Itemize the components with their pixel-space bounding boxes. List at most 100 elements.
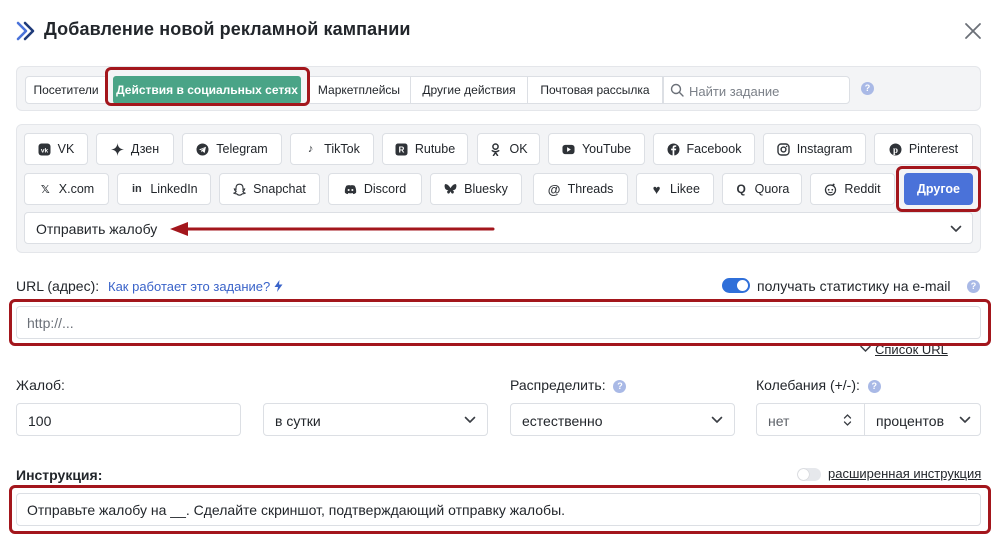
modal-header: Добавление новой рекламной кампании bbox=[0, 0, 1000, 62]
x-icon: 𝕏 bbox=[40, 183, 50, 196]
action-select[interactable]: Отправить жалобу bbox=[24, 212, 973, 244]
search-help-icon[interactable]: ? bbox=[861, 82, 874, 95]
network-discord[interactable]: Discord bbox=[328, 173, 422, 205]
url-label: URL (адрес): bbox=[16, 278, 100, 294]
category-tabs-panel: Посетители Действия в социальных сетях М… bbox=[16, 66, 981, 111]
annotation-arrow bbox=[170, 222, 495, 236]
search-icon bbox=[670, 83, 684, 97]
ok-icon bbox=[489, 142, 502, 156]
tab-social-actions[interactable]: Действия в социальных сетях bbox=[113, 76, 301, 104]
task-search bbox=[663, 76, 850, 104]
network-bluesky[interactable]: Bluesky bbox=[430, 173, 522, 205]
fluctuation-label-text: Колебания (+/-): bbox=[756, 377, 860, 393]
chevron-down-icon bbox=[860, 345, 871, 353]
double-chevron-right-icon bbox=[16, 21, 35, 41]
distribute-label: Распределить: ? bbox=[510, 377, 627, 393]
bluesky-icon bbox=[444, 183, 457, 196]
distribute-value: естественно bbox=[522, 413, 603, 429]
network-label: Другое bbox=[917, 182, 960, 196]
period-value: в сутки bbox=[275, 413, 321, 429]
tab-mailing[interactable]: Почтовая рассылка bbox=[527, 76, 663, 104]
search-input[interactable] bbox=[689, 81, 847, 101]
period-select[interactable]: в сутки bbox=[263, 403, 488, 436]
network-label: Instagram bbox=[796, 142, 853, 156]
chevron-down-icon bbox=[711, 416, 723, 423]
network-other-button[interactable]: Другое bbox=[904, 173, 973, 205]
network-label: Snapchat bbox=[253, 182, 306, 196]
svg-text:p: p bbox=[893, 144, 898, 154]
instruction-textarea[interactable]: Отправьте жалобу на __. Сделайте скриншо… bbox=[16, 493, 981, 526]
network-x[interactable]: 𝕏 X.com bbox=[24, 173, 109, 205]
network-dzen[interactable]: Дзен bbox=[96, 133, 174, 165]
chevron-down-icon bbox=[464, 416, 476, 423]
extended-instruction-link[interactable]: расширенная инструкция bbox=[828, 466, 981, 481]
tiktok-icon: ♪ bbox=[307, 143, 314, 155]
fluctuation-value: нет bbox=[768, 413, 790, 429]
stepper-icon[interactable] bbox=[843, 413, 852, 427]
fluctuation-label: Колебания (+/-): ? bbox=[756, 377, 881, 393]
tab-other-actions[interactable]: Другие действия bbox=[410, 76, 528, 104]
network-instagram[interactable]: Instagram bbox=[763, 133, 866, 165]
network-label: Threads bbox=[567, 182, 614, 196]
network-snapchat[interactable]: Snapchat bbox=[219, 173, 320, 205]
network-tiktok[interactable]: ♪ TikTok bbox=[290, 133, 374, 165]
network-threads[interactable]: @ Threads bbox=[533, 173, 628, 205]
svg-text:vk: vk bbox=[41, 147, 49, 154]
network-label: Reddit bbox=[844, 182, 881, 196]
network-label: Quora bbox=[754, 182, 790, 196]
network-quora[interactable]: Q Quora bbox=[722, 173, 802, 205]
instagram-icon bbox=[777, 142, 790, 156]
network-label: Дзен bbox=[130, 142, 160, 156]
fluctuation-input[interactable]: нет bbox=[756, 403, 865, 436]
dzen-icon bbox=[110, 142, 124, 156]
reddit-icon bbox=[824, 183, 837, 196]
chevron-down-icon bbox=[959, 416, 971, 423]
how-it-works-label: Как работает это задание? bbox=[108, 279, 271, 294]
complaints-input[interactable]: 100 bbox=[16, 403, 241, 436]
network-rutube[interactable]: R Rutube bbox=[382, 133, 468, 165]
network-facebook[interactable]: Facebook bbox=[653, 133, 755, 165]
url-input[interactable] bbox=[16, 306, 981, 339]
email-stats-help-icon[interactable]: ? bbox=[967, 280, 980, 293]
svg-text:R: R bbox=[398, 145, 404, 154]
network-telegram[interactable]: Telegram bbox=[182, 133, 282, 165]
action-select-value: Отправить жалобу bbox=[36, 221, 158, 237]
network-label: Bluesky bbox=[464, 182, 508, 196]
lightning-icon bbox=[274, 280, 283, 292]
fluctuation-unit-select[interactable]: процентов bbox=[864, 403, 981, 436]
distribute-help-icon[interactable]: ? bbox=[613, 380, 627, 393]
network-label: Facebook bbox=[686, 142, 742, 156]
network-label: YouTube bbox=[581, 142, 632, 156]
fluctuation-unit: процентов bbox=[876, 413, 945, 429]
network-youtube[interactable]: YouTube bbox=[548, 133, 645, 165]
how-it-works-link[interactable]: Как работает это задание? bbox=[108, 279, 283, 294]
chevron-down-icon bbox=[950, 225, 962, 232]
network-label: LinkedIn bbox=[150, 182, 198, 196]
tab-marketplaces[interactable]: Маркетплейсы bbox=[307, 76, 411, 104]
quora-icon: Q bbox=[736, 182, 746, 196]
network-likee[interactable]: ♥ Likee bbox=[636, 173, 714, 205]
complaints-value: 100 bbox=[28, 413, 52, 429]
network-pinterest[interactable]: p Pinterest bbox=[874, 133, 973, 165]
network-reddit[interactable]: Reddit bbox=[810, 173, 895, 205]
extended-instruction-toggle[interactable] bbox=[797, 468, 821, 481]
close-icon[interactable] bbox=[962, 20, 984, 42]
email-stats-toggle[interactable] bbox=[722, 278, 750, 293]
network-label: Rutube bbox=[414, 142, 456, 156]
network-label: VK bbox=[57, 142, 75, 156]
rutube-icon: R bbox=[395, 143, 408, 156]
url-list-link[interactable]: Список URL bbox=[860, 342, 948, 357]
vk-icon: vk bbox=[38, 143, 51, 156]
network-linkedin[interactable]: in LinkedIn bbox=[117, 173, 211, 205]
discord-icon bbox=[344, 183, 357, 196]
linkedin-icon: in bbox=[131, 183, 142, 195]
distribute-select[interactable]: естественно bbox=[510, 403, 735, 436]
tab-visitors[interactable]: Посетители bbox=[25, 76, 107, 104]
url-list-label: Список URL bbox=[875, 342, 948, 357]
fluctuation-help-icon[interactable]: ? bbox=[867, 380, 881, 393]
instruction-label: Инструкция: bbox=[16, 467, 103, 483]
network-vk[interactable]: vk VK bbox=[24, 133, 88, 165]
snapchat-icon bbox=[233, 183, 247, 196]
network-label: TikTok bbox=[324, 142, 360, 156]
network-ok[interactable]: OK bbox=[477, 133, 540, 165]
